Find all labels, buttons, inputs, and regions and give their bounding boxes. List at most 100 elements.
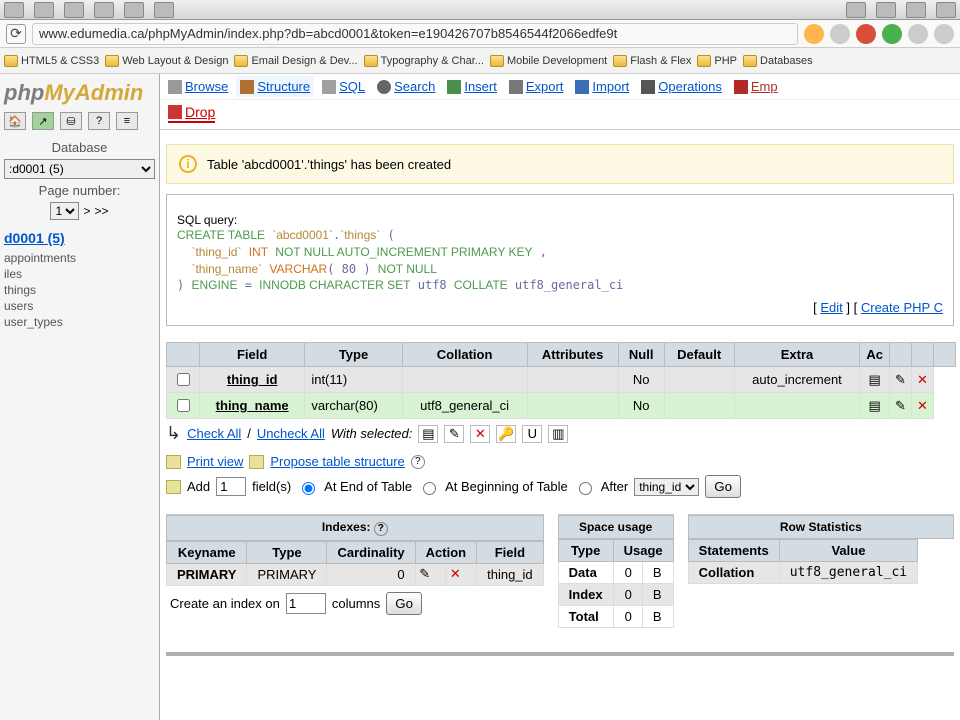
col-field: Field <box>477 541 544 563</box>
table-link[interactable]: users <box>4 298 155 314</box>
drop-link[interactable]: Drop <box>168 104 215 123</box>
idx-type: PRIMARY <box>247 563 327 585</box>
after-select[interactable]: thing_id <box>634 478 699 496</box>
bookmark[interactable]: Databases <box>743 55 813 67</box>
docs-icon[interactable]: ≡ <box>116 112 138 130</box>
uncheck-all-link[interactable]: Uncheck All <box>257 426 325 441</box>
check-all-link[interactable]: Check All <box>187 426 241 441</box>
sql-legend: SQL query: <box>177 213 943 227</box>
after-radio[interactable] <box>579 482 592 495</box>
tab-export[interactable]: Export <box>505 76 568 97</box>
ext-icon[interactable] <box>908 24 928 44</box>
space-type: Total <box>558 606 613 628</box>
help-icon[interactable]: ? <box>411 455 425 469</box>
tab-structure[interactable]: Structure <box>236 76 314 97</box>
table-link[interactable]: iles <box>4 266 155 282</box>
table-link[interactable]: appointments <box>4 250 155 266</box>
exit-icon[interactable]: ↗ <box>32 112 54 130</box>
toolbar-btn[interactable] <box>936 2 956 18</box>
sql-icon[interactable]: ⛁ <box>60 112 82 130</box>
key-action-icon[interactable]: 🔑 <box>496 425 516 443</box>
field-name[interactable]: thing_id <box>200 367 305 393</box>
toolbar-btn[interactable] <box>906 2 926 18</box>
toolbar-btn[interactable] <box>4 2 24 18</box>
nav-prev[interactable]: > <box>83 204 90 218</box>
browse-action-icon[interactable]: ▤ <box>418 425 438 443</box>
tab-empty[interactable]: Emp <box>730 76 782 97</box>
tab-insert[interactable]: Insert <box>443 76 501 97</box>
bookmark[interactable]: HTML5 & CSS3 <box>4 55 99 67</box>
add-count-input[interactable] <box>216 477 246 496</box>
go-button[interactable]: Go <box>386 592 422 615</box>
toolbar-btn[interactable] <box>124 2 144 18</box>
field-default <box>664 393 734 419</box>
tab-import[interactable]: Import <box>571 76 633 97</box>
edit-index-icon[interactable]: ✎ <box>416 565 434 583</box>
row-checkbox[interactable] <box>177 399 190 412</box>
folder-icon <box>364 55 378 67</box>
bookmark[interactable]: Web Layout & Design <box>105 55 228 67</box>
space-type: Index <box>558 584 613 606</box>
tab-search[interactable]: Search <box>373 76 439 97</box>
ext-icon[interactable] <box>856 24 876 44</box>
toolbar-btn[interactable] <box>876 2 896 18</box>
edit-icon[interactable]: ✎ <box>892 397 910 415</box>
bookmark[interactable]: Email Design & Dev... <box>234 55 357 67</box>
bookmark[interactable]: Flash & Flex <box>613 55 691 67</box>
delete-action-icon[interactable]: ✕ <box>470 425 490 443</box>
table-link[interactable]: user_types <box>4 314 155 330</box>
at-end-radio[interactable] <box>302 482 315 495</box>
bookmark[interactable]: PHP <box>697 55 737 67</box>
tab-browse[interactable]: Browse <box>164 76 232 97</box>
bookmark[interactable]: Typography & Char... <box>364 55 484 67</box>
export-icon <box>509 80 523 94</box>
field-null: No <box>618 367 664 393</box>
create-php-link[interactable]: Create PHP C <box>861 300 943 315</box>
folder-icon <box>490 55 504 67</box>
browse-icon[interactable]: ▤ <box>866 371 884 389</box>
ext-icon[interactable] <box>804 24 824 44</box>
ext-icon[interactable] <box>882 24 902 44</box>
toolbar-btn[interactable] <box>64 2 84 18</box>
db-link[interactable]: d0001 (5) <box>4 230 65 246</box>
index-cols-input[interactable] <box>286 593 326 614</box>
edit-link[interactable]: Edit <box>820 300 842 315</box>
sql-query-box: SQL query: CREATE TABLE `abcd0001`.`thin… <box>166 194 954 326</box>
nav-next[interactable]: >> <box>95 204 109 218</box>
help-icon[interactable]: ? <box>374 522 388 536</box>
add-icon <box>166 480 181 494</box>
tab-operations[interactable]: Operations <box>637 76 726 97</box>
field-name[interactable]: thing_name <box>200 393 305 419</box>
toolbar-btn[interactable] <box>154 2 174 18</box>
print-view-link[interactable]: Print view <box>187 454 243 469</box>
delete-icon[interactable]: ✕ <box>914 397 932 415</box>
delete-icon[interactable]: ✕ <box>914 371 932 389</box>
stat-name: Collation <box>688 562 779 584</box>
page-select[interactable]: 1 <box>50 202 79 220</box>
at-begin-radio[interactable] <box>423 482 436 495</box>
delete-index-icon[interactable]: ✕ <box>446 565 464 583</box>
toolbar-btn[interactable] <box>94 2 114 18</box>
bookmark[interactable]: Mobile Development <box>490 55 607 67</box>
logo: phpMyAdmin <box>4 80 155 106</box>
field-attr <box>527 393 618 419</box>
database-select[interactable]: :d0001 (5) <box>4 159 155 179</box>
ext-icon[interactable] <box>934 24 954 44</box>
table-link[interactable]: things <box>4 282 155 298</box>
edit-icon[interactable]: ✎ <box>892 371 910 389</box>
home-icon[interactable]: 🏠 <box>4 112 26 130</box>
propose-link[interactable]: Propose table structure <box>270 454 404 469</box>
index-action-icon[interactable]: ▥ <box>548 425 568 443</box>
row-checkbox[interactable] <box>177 373 190 386</box>
tab-sql[interactable]: SQL <box>318 76 369 97</box>
browse-icon[interactable]: ▤ <box>866 397 884 415</box>
reload-icon[interactable]: ⟳ <box>6 24 26 44</box>
go-button[interactable]: Go <box>705 475 741 498</box>
edit-action-icon[interactable]: ✎ <box>444 425 464 443</box>
help-icon[interactable]: ? <box>88 112 110 130</box>
toolbar-btn[interactable] <box>34 2 54 18</box>
toolbar-btn[interactable] <box>846 2 866 18</box>
ext-icon[interactable] <box>830 24 850 44</box>
unique-action-icon[interactable]: U <box>522 425 542 443</box>
url-field[interactable]: www.edumedia.ca/phpMyAdmin/index.php?db=… <box>32 23 798 45</box>
